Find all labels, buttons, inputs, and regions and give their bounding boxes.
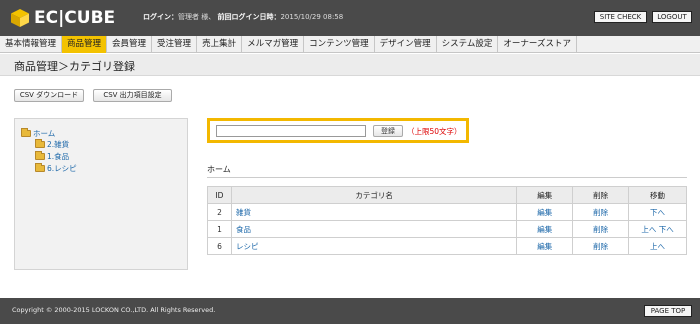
col-header-move: 移動: [628, 186, 687, 204]
category-name-link[interactable]: レシピ: [236, 242, 259, 251]
limit-note: （上限50文字）: [407, 127, 462, 136]
nav-item-customers[interactable]: 会員管理: [107, 36, 153, 53]
tree-item-zakka[interactable]: 2.雑貨: [35, 138, 69, 150]
col-header-id: ID: [207, 186, 232, 204]
folder-icon: [35, 150, 45, 160]
login-info: ログイン：管理者 様、 前回ログイン日時：2015/10/29 08:58: [143, 12, 343, 22]
page-top-button[interactable]: PAGE TOP: [644, 305, 692, 317]
register-button[interactable]: 登録: [373, 125, 403, 137]
category-register-form: 登録 （上限50文字）: [207, 118, 469, 143]
logout-button[interactable]: LOGOUT: [652, 11, 692, 23]
edit-link[interactable]: 編集: [537, 242, 552, 251]
cube-logo-icon: [10, 8, 30, 28]
move-link[interactable]: 上へ: [650, 242, 665, 251]
category-name-link[interactable]: 雑貨: [236, 208, 251, 217]
table-row: 6 レシピ 編集 削除 上へ: [207, 237, 687, 255]
tree-item-home[interactable]: ホーム: [21, 127, 55, 139]
nav-item-owners-store[interactable]: オーナーズストア: [498, 36, 577, 53]
last-login-label: 前回ログイン日時：: [217, 13, 281, 21]
category-name-link[interactable]: 食品: [236, 225, 251, 234]
nav-item-mailmag[interactable]: メルマガ管理: [242, 36, 305, 53]
nav-item-system[interactable]: システム設定: [437, 36, 499, 53]
tree-link-home[interactable]: ホーム: [33, 128, 55, 139]
login-label: ログイン：: [143, 13, 178, 21]
nav-item-orders[interactable]: 受注管理: [152, 36, 198, 53]
nav-item-contents[interactable]: コンテンツ管理: [304, 36, 375, 53]
nav-item-design[interactable]: デザイン管理: [375, 36, 437, 53]
section-divider: [207, 177, 687, 178]
delete-link[interactable]: 削除: [593, 242, 608, 251]
ec-cube-logo[interactable]: EC|CUBE: [10, 8, 115, 28]
tree-item-recipe[interactable]: 6.レシピ: [35, 162, 77, 174]
title-bar: 商品管理＞カテゴリ登録: [0, 54, 700, 76]
cell-id: 6: [207, 237, 232, 255]
tree-link-recipe[interactable]: 6.レシピ: [47, 163, 77, 174]
col-header-delete: 削除: [572, 186, 630, 204]
csv-settings-button[interactable]: CSV 出力項目設定: [93, 89, 172, 102]
move-link[interactable]: 上へ 下へ: [641, 225, 673, 234]
edit-link[interactable]: 編集: [537, 208, 552, 217]
login-user: 管理者 様、: [178, 13, 216, 21]
move-link[interactable]: 下へ: [650, 208, 665, 217]
table-row: 1 食品 編集 削除 上へ 下へ: [207, 220, 687, 238]
nav-item-sales[interactable]: 売上集計: [197, 36, 243, 53]
table-header-row: ID カテゴリ名 編集 削除 移動: [207, 186, 687, 204]
delete-link[interactable]: 削除: [593, 225, 608, 234]
footer: Copyright © 2000-2015 LOCKON CO.,LTD. Al…: [0, 298, 700, 324]
cell-id: 2: [207, 203, 232, 221]
last-login-value: 2015/10/29 08:58: [280, 13, 344, 21]
cell-id: 1: [207, 220, 232, 238]
folder-icon: [35, 162, 45, 172]
header: EC|CUBE ログイン：管理者 様、 前回ログイン日時：2015/10/29 …: [0, 0, 700, 36]
logo-text: EC|CUBE: [34, 8, 116, 28]
copyright: Copyright © 2000-2015 LOCKON CO.,LTD. Al…: [12, 306, 216, 314]
category-tree: ホーム 2.雑貨 1.食品 6.レシピ: [14, 118, 188, 270]
col-header-name: カテゴリ名: [230, 186, 518, 204]
page-title: 商品管理＞カテゴリ登録: [14, 60, 135, 73]
section-heading: ホーム: [207, 165, 231, 174]
delete-link[interactable]: 削除: [593, 208, 608, 217]
nav-item-basic-info[interactable]: 基本情報管理: [0, 36, 63, 53]
main-nav: 基本情報管理 商品管理 会員管理 受注管理 売上集計 メルマガ管理 コンテンツ管…: [0, 36, 700, 53]
category-table: ID カテゴリ名 編集 削除 移動 2 雑貨 編集 削除 下へ 1 食品 編集 …: [207, 186, 687, 255]
csv-download-button[interactable]: CSV ダウンロード: [14, 89, 84, 102]
folder-icon: [21, 127, 31, 137]
edit-link[interactable]: 編集: [537, 225, 552, 234]
nav-item-products[interactable]: 商品管理: [62, 36, 108, 53]
folder-icon: [35, 138, 45, 148]
tree-item-shokuhin[interactable]: 1.食品: [35, 150, 69, 162]
category-name-input[interactable]: [216, 125, 366, 137]
site-check-button[interactable]: SITE CHECK: [594, 11, 647, 23]
tree-link-shokuhin[interactable]: 1.食品: [47, 151, 69, 162]
table-row: 2 雑貨 編集 削除 下へ: [207, 203, 687, 221]
tree-link-zakka[interactable]: 2.雑貨: [47, 139, 69, 150]
col-header-edit: 編集: [516, 186, 574, 204]
